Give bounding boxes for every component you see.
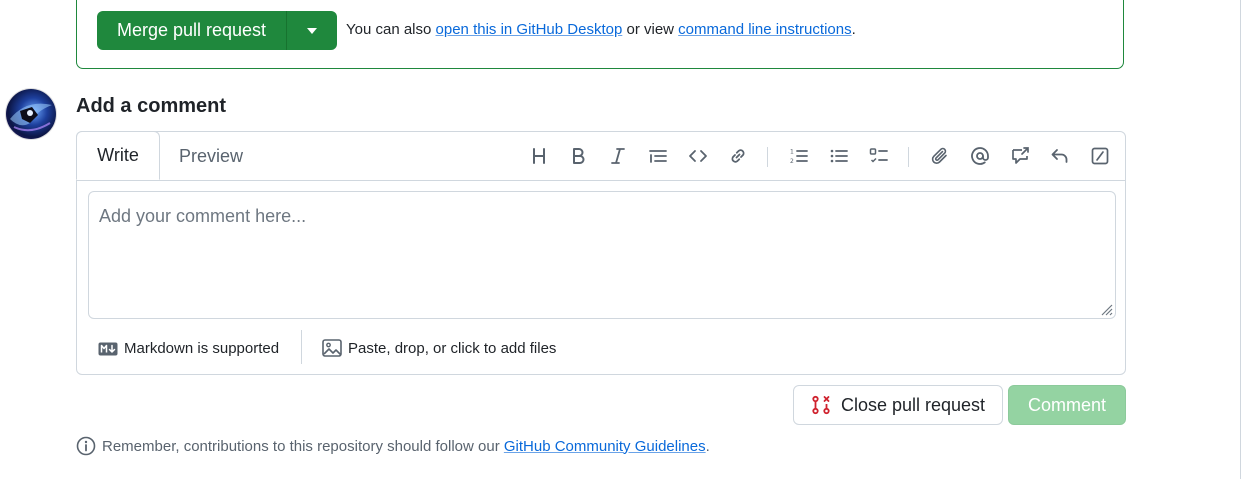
markdown-icon bbox=[98, 342, 118, 355]
toolbar-divider bbox=[767, 147, 768, 167]
caret-down-icon bbox=[307, 27, 317, 34]
merge-hint-suffix: . bbox=[851, 21, 856, 38]
bold-icon bbox=[573, 148, 585, 164]
merge-options-dropdown[interactable] bbox=[286, 11, 337, 50]
reference-button[interactable] bbox=[1004, 140, 1036, 172]
code-icon bbox=[689, 150, 707, 162]
code-button[interactable] bbox=[682, 140, 714, 172]
quote-icon bbox=[649, 150, 667, 163]
close-pull-request-label: Close pull request bbox=[840, 394, 986, 415]
info-icon bbox=[76, 436, 96, 456]
quote-button[interactable] bbox=[642, 140, 674, 172]
editor-footer: Markdown is supported Paste, drop, or cl… bbox=[77, 327, 1125, 375]
markdown-supported-label: Markdown is supported bbox=[124, 340, 280, 357]
guidelines-note: Remember, contributions to this reposito… bbox=[76, 436, 710, 456]
ordered-list-icon: 12 bbox=[790, 149, 808, 165]
reply-icon bbox=[1051, 149, 1068, 163]
comment-button[interactable]: Comment bbox=[1008, 385, 1126, 425]
italic-button[interactable] bbox=[602, 140, 634, 172]
comment-editor: Write Preview 12 Add your comment here..… bbox=[76, 131, 1126, 375]
add-files-label: Paste, drop, or click to add files bbox=[348, 339, 557, 357]
unordered-list-icon bbox=[830, 149, 848, 163]
image-icon bbox=[322, 339, 342, 357]
resize-grip-icon[interactable] bbox=[1097, 300, 1113, 316]
merge-hint-prefix: You can also bbox=[346, 21, 436, 38]
reference-icon bbox=[1012, 147, 1029, 164]
close-pull-request-button[interactable]: Close pull request bbox=[793, 385, 1003, 425]
attach-icon bbox=[931, 147, 947, 164]
add-comment-heading: Add a comment bbox=[76, 95, 227, 117]
attach-button[interactable] bbox=[924, 140, 956, 172]
bold-button[interactable] bbox=[562, 140, 594, 172]
mention-button[interactable] bbox=[964, 140, 996, 172]
merge-button-group: Merge pull request bbox=[97, 11, 337, 50]
toolbar-divider bbox=[908, 147, 909, 167]
mention-icon bbox=[971, 147, 989, 165]
comment-textarea[interactable]: Add your comment here... bbox=[88, 191, 1116, 319]
git-pull-request-closed-icon bbox=[812, 395, 830, 415]
slash-command-icon bbox=[1091, 147, 1109, 165]
command-line-instructions-link[interactable]: command line instructions bbox=[678, 21, 851, 38]
page-right-border bbox=[1240, 0, 1241, 479]
task-list-button[interactable] bbox=[863, 140, 895, 172]
svg-text:2: 2 bbox=[790, 158, 794, 165]
merge-hint: You can also open this in GitHub Desktop… bbox=[346, 21, 856, 38]
guidelines-prefix: Remember, contributions to this reposito… bbox=[102, 437, 504, 455]
slash-command-button[interactable] bbox=[1084, 140, 1116, 172]
tab-write[interactable]: Write bbox=[76, 131, 160, 180]
merge-hint-middle: or view bbox=[622, 21, 679, 38]
avatar-image bbox=[10, 103, 52, 132]
open-github-desktop-link[interactable]: open this in GitHub Desktop bbox=[436, 21, 623, 38]
link-button[interactable] bbox=[722, 140, 754, 172]
heading-button[interactable] bbox=[523, 140, 555, 172]
add-files-button[interactable]: Paste, drop, or click to add files bbox=[322, 339, 556, 357]
unordered-list-button[interactable] bbox=[823, 140, 855, 172]
heading-icon bbox=[533, 148, 545, 164]
guidelines-suffix: . bbox=[705, 437, 710, 455]
merge-pull-request-button[interactable]: Merge pull request bbox=[97, 11, 286, 50]
svg-text:1: 1 bbox=[790, 149, 794, 156]
markdown-supported-link[interactable]: Markdown is supported bbox=[98, 340, 279, 357]
editor-header: Write Preview 12 bbox=[76, 131, 1125, 181]
task-list-icon bbox=[869, 148, 888, 163]
ordered-list-button[interactable]: 12 bbox=[783, 140, 815, 172]
community-guidelines-link[interactable]: GitHub Community Guidelines bbox=[504, 438, 706, 455]
tab-preview[interactable]: Preview bbox=[161, 132, 261, 180]
italic-icon bbox=[611, 148, 625, 164]
comment-placeholder: Add your comment here... bbox=[99, 206, 307, 226]
link-icon bbox=[731, 149, 745, 163]
saved-reply-button[interactable] bbox=[1044, 140, 1076, 172]
footer-divider bbox=[301, 330, 302, 364]
avatar[interactable] bbox=[6, 89, 56, 139]
